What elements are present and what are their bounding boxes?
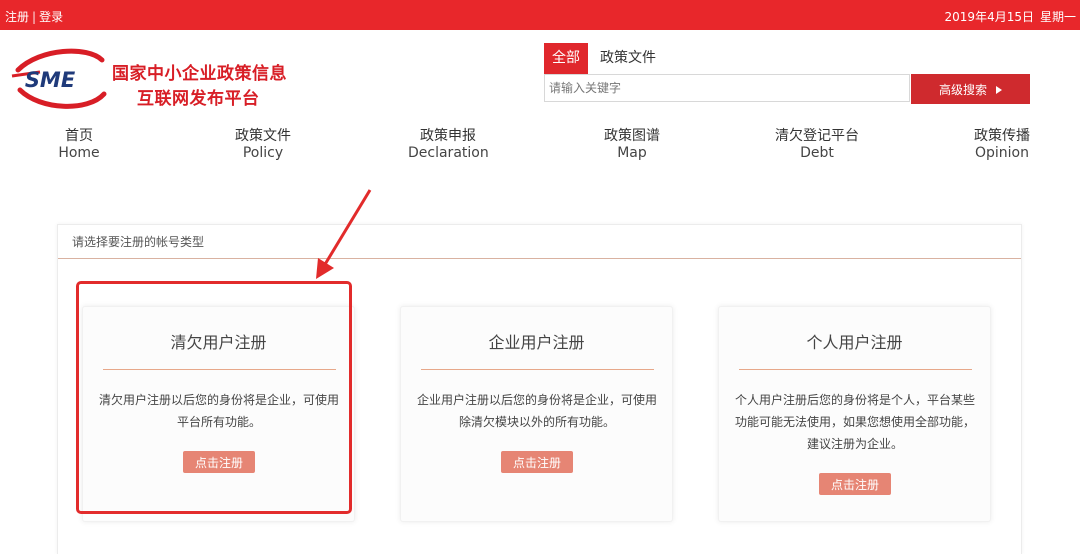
register-link[interactable]: 注册 <box>5 10 29 24</box>
login-link[interactable]: 登录 <box>39 10 63 24</box>
date-display: 2019年4月15日 星期一 <box>939 8 1076 25</box>
card-debt-user: 清欠用户注册 清欠用户注册以后您的身份将是企业，可使用平台所有功能。 点击注册 <box>82 306 355 522</box>
card-divider <box>739 369 972 370</box>
panel-heading: 请选择要注册的帐号类型 <box>58 225 1021 259</box>
nav-item-home[interactable]: 首页 Home <box>58 128 100 162</box>
link-separator: | <box>32 10 37 24</box>
main-nav: 首页 Home 政策文件 Policy 政策申报 Declaration 政策图… <box>0 128 1080 168</box>
top-bar: 注册 | 登录 2019年4月15日 星期一 <box>0 0 1080 30</box>
tab-policy-files[interactable]: 政策文件 <box>594 43 662 74</box>
nav-label-en: Policy <box>242 145 284 161</box>
nav-label-zh: 政策文件 <box>235 128 291 144</box>
nav-label-en: Declaration <box>408 145 489 161</box>
advanced-search-button[interactable]: 高级搜索 <box>911 74 1030 104</box>
account-links: 注册 | 登录 <box>5 8 63 25</box>
play-arrow-icon <box>996 86 1002 94</box>
nav-label-en: Home <box>58 145 100 161</box>
nav-label-en: Opinion <box>975 145 1029 161</box>
nav-item-debt[interactable]: 清欠登记平台 Debt <box>766 128 868 162</box>
nav-label-zh: 政策图谱 <box>604 128 660 144</box>
register-enterprise-user-button[interactable]: 点击注册 <box>501 451 573 473</box>
nav-label-zh: 政策传播 <box>974 128 1030 144</box>
card-title: 清欠用户注册 <box>170 333 267 352</box>
site-logo[interactable]: SME 国家中小企业政策信息 互联网发布平台 <box>10 46 310 112</box>
nav-label-zh: 政策申报 <box>420 128 476 144</box>
search-input[interactable] <box>544 74 910 102</box>
card-enterprise-user: 企业用户注册 企业用户注册以后您的身份将是企业，可使用除清欠模块以外的所有功能。… <box>400 306 673 522</box>
nav-item-map[interactable]: 政策图谱 Map <box>596 128 668 162</box>
nav-label-zh: 首页 <box>65 128 93 144</box>
nav-item-opinion[interactable]: 政策传播 Opinion <box>966 128 1038 162</box>
nav-label-zh: 清欠登记平台 <box>775 128 859 144</box>
weekday-text: 星期一 <box>1039 10 1076 24</box>
card-title: 企业用户注册 <box>488 333 585 352</box>
card-personal-user: 个人用户注册 个人用户注册后您的身份将是个人，平台某些功能可能无法使用，如果您想… <box>718 306 991 522</box>
nav-label-en: Map <box>617 145 647 161</box>
card-description: 个人用户注册后您的身份将是个人，平台某些功能可能无法使用，如果您想使用全部功能，… <box>735 393 976 451</box>
date-text: 2019年4月15日 <box>944 10 1034 24</box>
card-title: 个人用户注册 <box>806 333 903 352</box>
tab-all[interactable]: 全部 <box>544 43 588 74</box>
card-divider <box>421 369 654 370</box>
card-description: 清欠用户注册以后您的身份将是企业，可使用平台所有功能。 <box>99 393 340 429</box>
logo-title-line1: 国家中小企业政策信息 <box>112 64 287 84</box>
card-description: 企业用户注册以后您的身份将是企业，可使用除清欠模块以外的所有功能。 <box>417 393 658 429</box>
sme-logo-icon: SME <box>11 48 107 109</box>
logo-mark-text: SME <box>25 68 76 92</box>
nav-label-en: Debt <box>800 145 834 161</box>
register-debt-user-button[interactable]: 点击注册 <box>183 451 255 473</box>
advanced-search-label: 高级搜索 <box>938 82 987 97</box>
nav-item-declaration[interactable]: 政策申报 Declaration <box>408 128 489 162</box>
register-personal-user-button[interactable]: 点击注册 <box>819 473 891 495</box>
logo-title-line2: 互联网发布平台 <box>137 89 260 109</box>
card-divider <box>103 369 336 370</box>
nav-item-policy[interactable]: 政策文件 Policy <box>226 128 300 162</box>
